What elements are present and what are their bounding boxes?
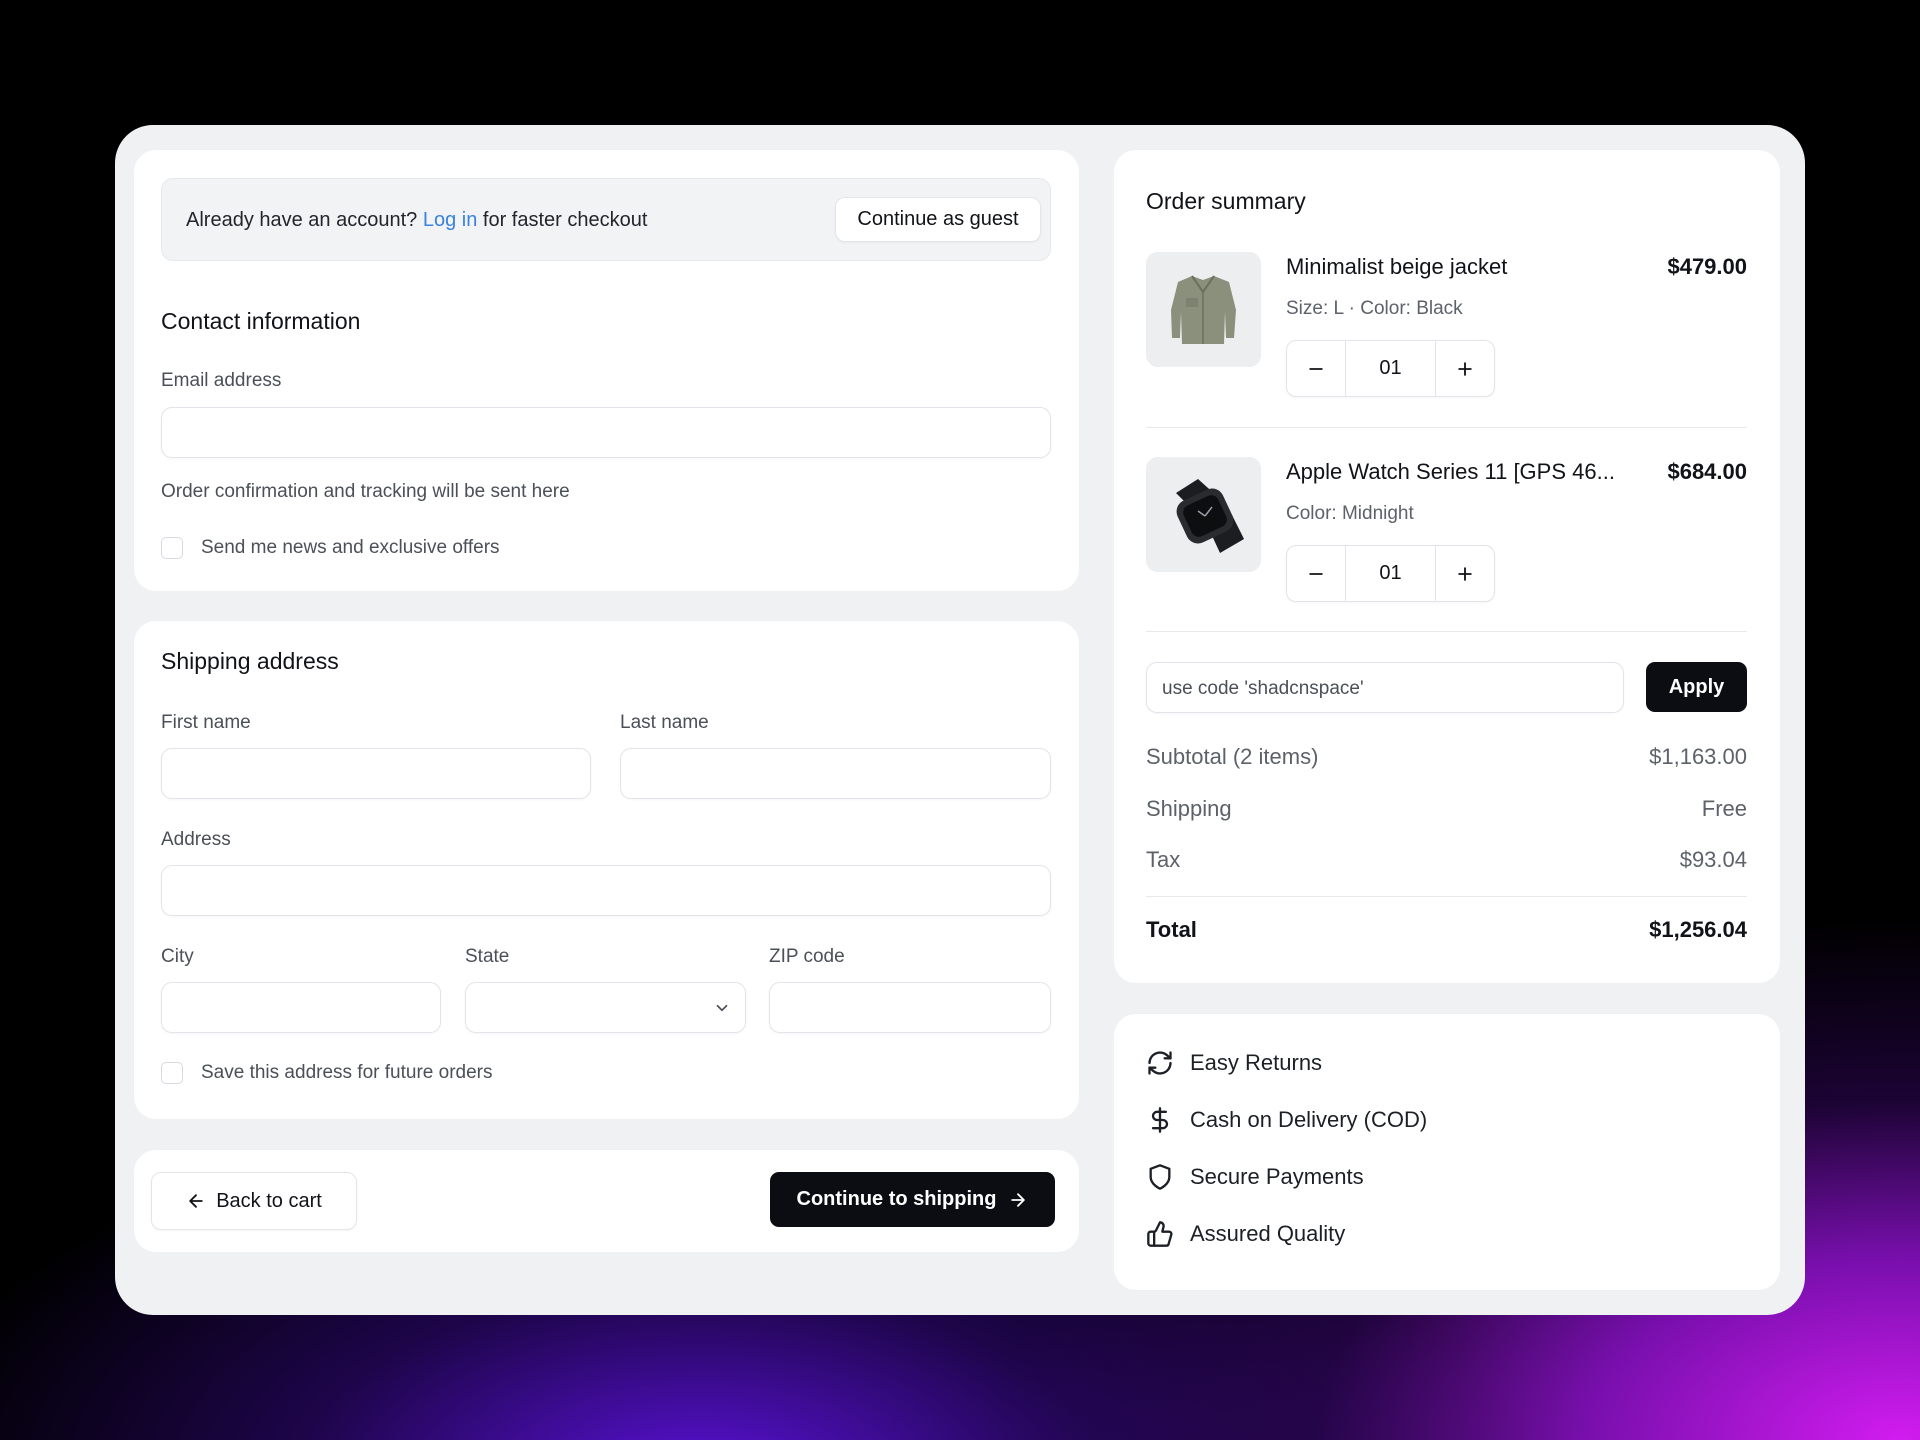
item-price: $684.00 xyxy=(1667,459,1747,484)
subtotal-label: Subtotal (2 items) xyxy=(1146,744,1319,769)
save-address-checkbox[interactable] xyxy=(161,1062,183,1084)
perk-label: Secure Payments xyxy=(1190,1164,1364,1189)
checkout-window: Already have an account? Log in for fast… xyxy=(115,125,1805,1315)
shipping-section-title: Shipping address xyxy=(161,648,339,674)
shipping-cost-label: Shipping xyxy=(1146,796,1232,821)
perk-label: Cash on Delivery (COD) xyxy=(1190,1107,1428,1132)
account-banner: Already have an account? Log in for fast… xyxy=(161,178,1051,261)
quantity-value[interactable]: 01 xyxy=(1345,546,1436,601)
promo-code-field[interactable]: use code 'shadcnspace' xyxy=(1146,662,1624,713)
total-label: Total xyxy=(1146,917,1197,942)
perk-easy-returns: Easy Returns xyxy=(1146,1049,1322,1077)
arrow-left-icon xyxy=(189,1194,203,1208)
item-divider xyxy=(1146,427,1747,428)
dollar-icon xyxy=(1151,1107,1169,1133)
quantity-stepper: 01 xyxy=(1286,340,1495,397)
arrow-right-icon xyxy=(1011,1192,1026,1207)
perk-cod: Cash on Delivery (COD) xyxy=(1146,1106,1427,1134)
quantity-stepper: 01 xyxy=(1286,545,1495,602)
account-banner-text: Already have an account? Log in for fast… xyxy=(186,209,647,232)
save-address-label: Save this address for future orders xyxy=(201,1062,493,1083)
perks-card: Easy Returns Cash on Delivery (COD) Secu… xyxy=(1114,1014,1780,1290)
address-label: Address xyxy=(161,829,231,850)
refresh-icon xyxy=(1148,1051,1172,1075)
zip-field[interactable] xyxy=(769,982,1051,1033)
watch-image xyxy=(1146,457,1261,572)
quantity-value[interactable]: 01 xyxy=(1345,341,1436,396)
first-name-field[interactable] xyxy=(161,748,591,799)
perk-label: Assured Quality xyxy=(1190,1221,1346,1246)
increase-quantity-button[interactable] xyxy=(1436,546,1494,601)
last-name-label: Last name xyxy=(620,712,709,733)
minus-icon xyxy=(1309,367,1323,370)
plus-icon xyxy=(1458,361,1472,376)
apply-promo-button[interactable]: Apply xyxy=(1646,662,1747,712)
item-price: $479.00 xyxy=(1667,254,1747,279)
contact-section-title: Contact information xyxy=(161,308,361,334)
total-divider xyxy=(1146,896,1747,897)
account-banner-prefix: Already have an account? xyxy=(186,209,418,231)
chevron-down-icon xyxy=(716,1004,728,1012)
promo-divider xyxy=(1146,631,1747,632)
shipping-cost-value: Free xyxy=(1701,796,1747,821)
back-to-cart-button[interactable]: Back to cart xyxy=(151,1172,357,1230)
first-name-label: First name xyxy=(161,712,251,733)
thumbs-up-icon xyxy=(1147,1221,1173,1247)
order-summary-title: Order summary xyxy=(1146,188,1306,214)
email-field[interactable] xyxy=(161,407,1051,458)
state-select[interactable] xyxy=(465,982,746,1033)
newsletter-label: Send me news and exclusive offers xyxy=(201,537,500,558)
email-help-text: Order confirmation and tracking will be … xyxy=(161,481,570,502)
continue-as-guest-button[interactable]: Continue as guest xyxy=(835,197,1041,242)
item-meta: Color: Midnight xyxy=(1286,503,1414,524)
checkout-nav: Back to cart Continue to shipping xyxy=(134,1150,1079,1252)
perk-assured-quality: Assured Quality xyxy=(1146,1220,1345,1248)
contact-card: Already have an account? Log in for fast… xyxy=(134,150,1079,591)
tax-label: Tax xyxy=(1146,847,1181,872)
decrease-quantity-button[interactable] xyxy=(1287,341,1345,396)
city-label: City xyxy=(161,946,194,967)
jacket-image xyxy=(1146,252,1261,367)
perk-secure-payments: Secure Payments xyxy=(1146,1163,1364,1191)
tax-value: $93.04 xyxy=(1679,847,1747,872)
perk-label: Easy Returns xyxy=(1190,1050,1323,1075)
order-summary-card: Order summary Minimalist beige jacket $4… xyxy=(1114,150,1780,983)
item-name: Minimalist beige jacket xyxy=(1286,254,1508,279)
minus-icon xyxy=(1309,572,1323,575)
city-field[interactable] xyxy=(161,982,441,1033)
item-name: Apple Watch Series 11 [GPS 46... xyxy=(1286,459,1615,484)
item-meta: Size: L · Color: Black xyxy=(1286,298,1463,319)
plus-icon xyxy=(1458,566,1472,581)
continue-to-shipping-button[interactable]: Continue to shipping xyxy=(770,1172,1055,1227)
decrease-quantity-button[interactable] xyxy=(1287,546,1345,601)
state-label: State xyxy=(465,946,510,967)
newsletter-checkbox[interactable] xyxy=(161,537,183,559)
promo-code-placeholder: use code 'shadcnspace' xyxy=(1162,678,1364,699)
account-banner-suffix: for faster checkout xyxy=(482,209,648,231)
total-value: $1,256.04 xyxy=(1649,917,1747,942)
email-label: Email address xyxy=(161,370,282,391)
zip-label: ZIP code xyxy=(769,946,845,967)
increase-quantity-button[interactable] xyxy=(1436,341,1494,396)
continue-to-shipping-label: Continue to shipping xyxy=(796,1188,997,1210)
shipping-card: Shipping address First name Last name Ad… xyxy=(134,621,1079,1119)
back-to-cart-label: Back to cart xyxy=(216,1189,322,1212)
shield-icon xyxy=(1149,1164,1171,1190)
login-link[interactable]: Log in xyxy=(423,209,478,231)
last-name-field[interactable] xyxy=(620,748,1051,799)
address-field[interactable] xyxy=(161,865,1051,916)
subtotal-value: $1,163.00 xyxy=(1649,744,1747,769)
